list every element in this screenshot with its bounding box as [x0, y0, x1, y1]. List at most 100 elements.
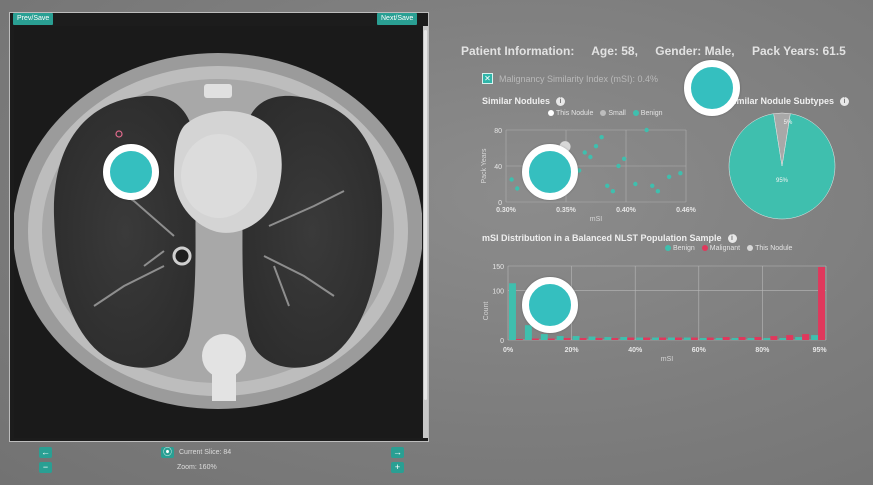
x-tick-label: 95%: [813, 347, 828, 354]
y-axis-label: Count: [483, 302, 490, 321]
scatter-point-benign: [582, 150, 587, 155]
zoom-label: Zoom: 160%: [177, 464, 217, 471]
x-tick-label: 0.46%: [676, 207, 697, 214]
info-icon[interactable]: i: [556, 97, 566, 107]
legend-label: Small: [608, 110, 626, 117]
scatter-point-benign: [509, 177, 514, 182]
bar-benign: [699, 338, 707, 340]
pie-slice-label: 5%: [784, 120, 793, 126]
bar-benign: [795, 337, 803, 340]
bar-benign: [604, 337, 612, 340]
legend-dot-icon: [600, 110, 607, 116]
info-icon[interactable]: i: [840, 97, 850, 107]
x-axis-label: mSI: [661, 356, 674, 363]
y-tick-label: 40: [494, 164, 502, 171]
scatter-point-benign: [678, 171, 683, 176]
legend-label: Benign: [673, 245, 695, 252]
bar-benign: [556, 336, 564, 340]
overlay-marker-ct[interactable]: [103, 144, 159, 200]
patient-heading: Patient Information:: [461, 44, 575, 58]
scatter-point-benign: [515, 186, 520, 191]
minus-icon: −: [42, 462, 49, 472]
legend-dot-icon: [747, 245, 754, 251]
scatter-point-benign: [633, 181, 638, 187]
legend-dot-icon: [665, 245, 671, 251]
pie-slice-label: 95%: [776, 178, 789, 184]
prev-slice-button[interactable]: ←: [39, 447, 52, 458]
bar-benign: [620, 337, 628, 340]
bar-benign: [779, 338, 787, 340]
bar-benign: [540, 334, 548, 340]
bar-malignant: [611, 338, 619, 340]
bar-malignant: [643, 337, 651, 340]
overlay-marker-distribution[interactable]: [522, 277, 578, 333]
bar-benign: [572, 336, 580, 340]
bar-benign: [747, 338, 755, 340]
slice-scrollbar-thumb[interactable]: [424, 30, 427, 400]
info-icon[interactable]: i: [727, 234, 737, 244]
bar-malignant: [531, 338, 539, 340]
similar-nodules-legend: This Nodule Small Benign: [548, 110, 668, 117]
zoom-out-button[interactable]: −: [39, 462, 52, 473]
bar-malignant: [627, 337, 635, 340]
x-tick-label: 0%: [503, 347, 514, 354]
overlay-marker-msi[interactable]: [684, 60, 740, 116]
msi-label: Malignancy Similarity Index (mSI): 0.4%: [499, 74, 659, 84]
next-save-button[interactable]: Next/Save: [377, 13, 418, 25]
legend-item-benign: Benign: [632, 110, 663, 117]
scatter-point-benign: [666, 174, 672, 179]
legend-item-small: Small: [600, 110, 626, 117]
similar-nodules-title-text: Similar Nodules: [482, 96, 551, 106]
legend-label: Benign: [640, 110, 663, 117]
target-icon: ⦿: [162, 447, 172, 457]
x-axis-label: mSI: [590, 216, 603, 223]
distribution-title-text: mSI Distribution in a Balanced NLST Popu…: [482, 233, 722, 243]
prev-save-button[interactable]: Prev/Save: [13, 13, 54, 25]
legend-label: This Nodule: [556, 110, 594, 117]
next-slice-button[interactable]: →: [391, 447, 404, 458]
ct-scan-image[interactable]: [14, 26, 422, 438]
legend-dot-icon: [632, 110, 639, 116]
y-tick-label: 100: [492, 289, 504, 296]
overlay-marker-scatter[interactable]: [522, 144, 578, 200]
x-tick-label: 0.35%: [556, 207, 577, 214]
arrow-left-icon: ←: [41, 447, 50, 457]
arrow-right-icon: →: [393, 447, 402, 457]
x-tick-label: 20%: [565, 347, 580, 354]
bar-malignant: [738, 337, 746, 340]
patient-information: Patient Information: Age: 58, Gender: Ma…: [461, 44, 860, 58]
close-icon: ✕: [484, 74, 491, 83]
bar-malignant: [802, 334, 810, 340]
bar-malignant: [770, 336, 778, 340]
bar-benign: [763, 338, 771, 340]
bar-malignant: [706, 337, 714, 340]
bar-benign: [731, 338, 739, 340]
scatter-point-benign: [593, 144, 599, 149]
legend-item-malignant: Malignant: [701, 245, 740, 252]
center-slice-button[interactable]: ⦿: [161, 447, 174, 458]
x-tick-label: 0.30%: [496, 207, 517, 214]
patient-pack-years: Pack Years: 61.5: [751, 44, 846, 58]
scatter-point-benign: [610, 189, 616, 194]
bar-malignant: [690, 337, 698, 340]
y-tick-label: 80: [494, 128, 502, 135]
x-tick-label: 60%: [692, 347, 707, 354]
bar-malignant: [659, 337, 666, 340]
subtypes-title-text: Similar Nodule Subtypes: [728, 96, 835, 106]
patient-gender: Gender: Male,: [655, 44, 735, 58]
legend-dot-icon: [701, 245, 708, 251]
bar-malignant: [547, 338, 555, 340]
legend-item-this-nodule: This Nodule: [747, 245, 792, 252]
bar-benign: [668, 337, 675, 340]
bar-benign: [509, 283, 516, 340]
scatter-point-benign: [650, 183, 655, 188]
scatter-point-benign: [599, 135, 604, 140]
scatter-point-benign: [616, 163, 621, 169]
similar-nodules-scatter-chart[interactable]: 0 40 80 0.30% 0.35% 0.40% 0.46% mSI Pack Years: [478, 120, 703, 230]
bar-malignant: [754, 337, 762, 340]
subtypes-pie-chart[interactable]: 95% 5%: [727, 110, 837, 220]
scatter-point-benign: [621, 156, 627, 161]
msi-checkbox[interactable]: ✕: [482, 73, 493, 84]
zoom-in-button[interactable]: +: [391, 462, 404, 473]
scatter-point-benign: [605, 183, 610, 188]
